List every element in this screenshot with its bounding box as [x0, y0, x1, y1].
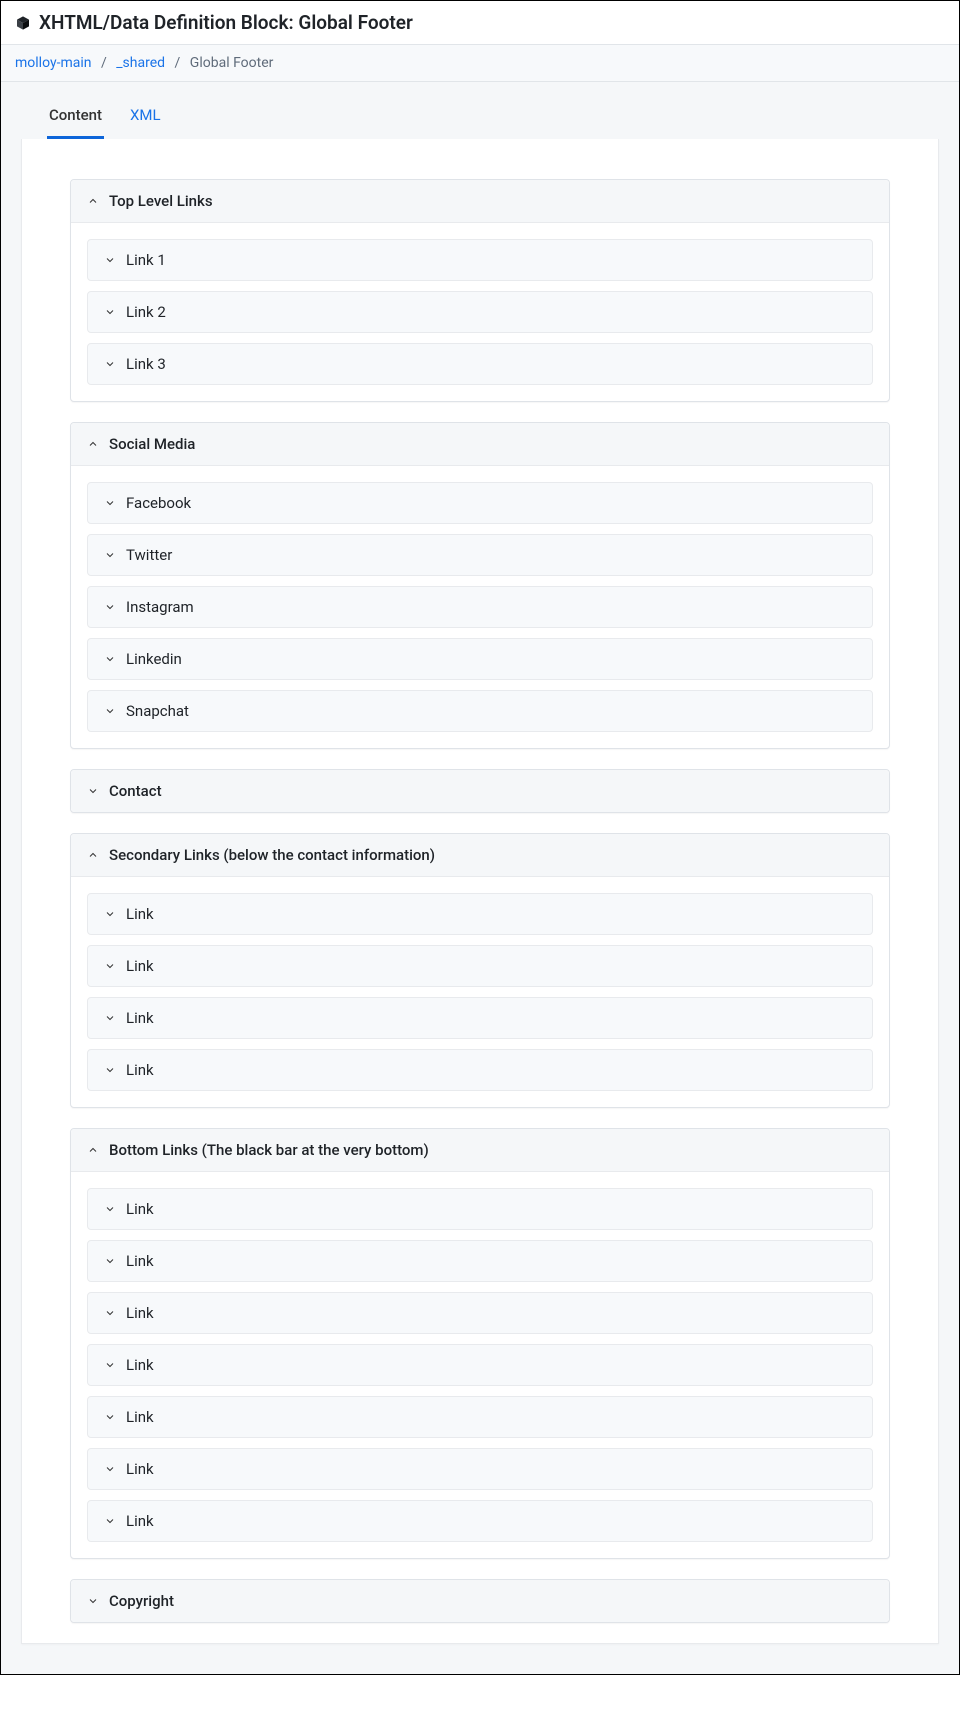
chevron-down-icon [104, 1064, 116, 1076]
item-label: Link 1 [126, 251, 166, 269]
chevron-down-icon [104, 601, 116, 613]
section-body: Link Link Link Link [71, 877, 889, 1107]
section-secondary-links: Secondary Links (below the contact infor… [70, 833, 890, 1108]
chevron-down-icon [104, 1411, 116, 1423]
breadcrumb-link-root[interactable]: molloy-main [15, 55, 91, 71]
section-top-level-links: Top Level Links Link 1 Link 2 Link 3 [70, 179, 890, 402]
list-item[interactable]: Link 3 [87, 343, 873, 385]
item-label: Link [126, 1061, 154, 1079]
list-item[interactable]: Facebook [87, 482, 873, 524]
section-body: Link Link Link Link Link [71, 1172, 889, 1558]
list-item[interactable]: Instagram [87, 586, 873, 628]
chevron-down-icon [87, 1595, 99, 1607]
item-label: Link [126, 1009, 154, 1027]
chevron-down-icon [104, 1307, 116, 1319]
section-title: Copyright [109, 1592, 174, 1610]
block-icon [15, 15, 31, 31]
section-copyright: Copyright [70, 1579, 890, 1623]
chevron-down-icon [87, 785, 99, 797]
section-title: Top Level Links [109, 192, 213, 210]
chevron-up-icon [87, 195, 99, 207]
chevron-down-icon [104, 1255, 116, 1267]
item-label: Link [126, 1408, 154, 1426]
list-item[interactable]: Link [87, 1500, 873, 1542]
section-title: Secondary Links (below the contact infor… [109, 846, 435, 864]
section-social-media: Social Media Facebook Twitter Instagram [70, 422, 890, 749]
chevron-down-icon [104, 653, 116, 665]
item-label: Link [126, 1200, 154, 1218]
list-item[interactable]: Link [87, 1188, 873, 1230]
list-item[interactable]: Link [87, 945, 873, 987]
list-item[interactable]: Snapchat [87, 690, 873, 732]
chevron-up-icon [87, 1144, 99, 1156]
chevron-down-icon [104, 1012, 116, 1024]
chevron-down-icon [104, 908, 116, 920]
chevron-down-icon [104, 306, 116, 318]
chevron-down-icon [104, 358, 116, 370]
list-item[interactable]: Link [87, 1240, 873, 1282]
section-contact: Contact [70, 769, 890, 813]
breadcrumb-link-shared[interactable]: _shared [116, 55, 165, 71]
breadcrumb: molloy-main / _shared / Global Footer [1, 45, 959, 82]
list-item[interactable]: Link [87, 1049, 873, 1091]
section-body: Facebook Twitter Instagram Linkedin Snap… [71, 466, 889, 748]
item-label: Link [126, 1252, 154, 1270]
list-item[interactable]: Link 2 [87, 291, 873, 333]
chevron-down-icon [104, 1463, 116, 1475]
tab-content[interactable]: Content [47, 96, 104, 139]
section-title: Social Media [109, 435, 195, 453]
item-label: Link 2 [126, 303, 166, 321]
page-title: XHTML/Data Definition Block: Global Foot… [39, 11, 413, 34]
item-label: Link [126, 1356, 154, 1374]
section-bottom-links: Bottom Links (The black bar at the very … [70, 1128, 890, 1559]
item-label: Snapchat [126, 702, 189, 720]
section-body: Link 1 Link 2 Link 3 [71, 223, 889, 401]
item-label: Instagram [126, 598, 194, 616]
list-item[interactable]: Link [87, 1344, 873, 1386]
chevron-down-icon [104, 960, 116, 972]
tab-xml[interactable]: XML [128, 96, 163, 139]
item-label: Link [126, 1512, 154, 1530]
item-label: Link [126, 957, 154, 975]
section-title: Bottom Links (The black bar at the very … [109, 1141, 429, 1159]
chevron-down-icon [104, 497, 116, 509]
item-label: Facebook [126, 494, 191, 512]
list-item[interactable]: Link [87, 893, 873, 935]
breadcrumb-separator: / [101, 55, 107, 71]
list-item[interactable]: Link [87, 1292, 873, 1334]
list-item[interactable]: Linkedin [87, 638, 873, 680]
section-header-bottom-links[interactable]: Bottom Links (The black bar at the very … [71, 1129, 889, 1172]
item-label: Linkedin [126, 650, 182, 668]
chevron-down-icon [104, 1359, 116, 1371]
breadcrumb-separator: / [175, 55, 181, 71]
section-header-copyright[interactable]: Copyright [71, 1580, 889, 1622]
item-label: Link [126, 905, 154, 923]
chevron-down-icon [104, 549, 116, 561]
chevron-up-icon [87, 438, 99, 450]
section-title: Contact [109, 782, 162, 800]
list-item[interactable]: Link [87, 997, 873, 1039]
item-label: Twitter [126, 546, 172, 564]
section-header-top-level-links[interactable]: Top Level Links [71, 180, 889, 223]
content-area: Content XML Top Level Links Link 1 Link … [1, 82, 959, 1674]
chevron-down-icon [104, 705, 116, 717]
chevron-up-icon [87, 849, 99, 861]
breadcrumb-current: Global Footer [190, 55, 274, 71]
tab-bar: Content XML [21, 82, 939, 139]
item-label: Link [126, 1460, 154, 1478]
list-item[interactable]: Link [87, 1396, 873, 1438]
list-item[interactable]: Link 1 [87, 239, 873, 281]
chevron-down-icon [104, 254, 116, 266]
item-label: Link 3 [126, 355, 166, 373]
chevron-down-icon [104, 1515, 116, 1527]
content-card: Top Level Links Link 1 Link 2 Link 3 [21, 139, 939, 1644]
section-header-contact[interactable]: Contact [71, 770, 889, 812]
page-header: XHTML/Data Definition Block: Global Foot… [1, 1, 959, 45]
section-header-secondary-links[interactable]: Secondary Links (below the contact infor… [71, 834, 889, 877]
item-label: Link [126, 1304, 154, 1322]
section-header-social-media[interactable]: Social Media [71, 423, 889, 466]
list-item[interactable]: Twitter [87, 534, 873, 576]
chevron-down-icon [104, 1203, 116, 1215]
list-item[interactable]: Link [87, 1448, 873, 1490]
